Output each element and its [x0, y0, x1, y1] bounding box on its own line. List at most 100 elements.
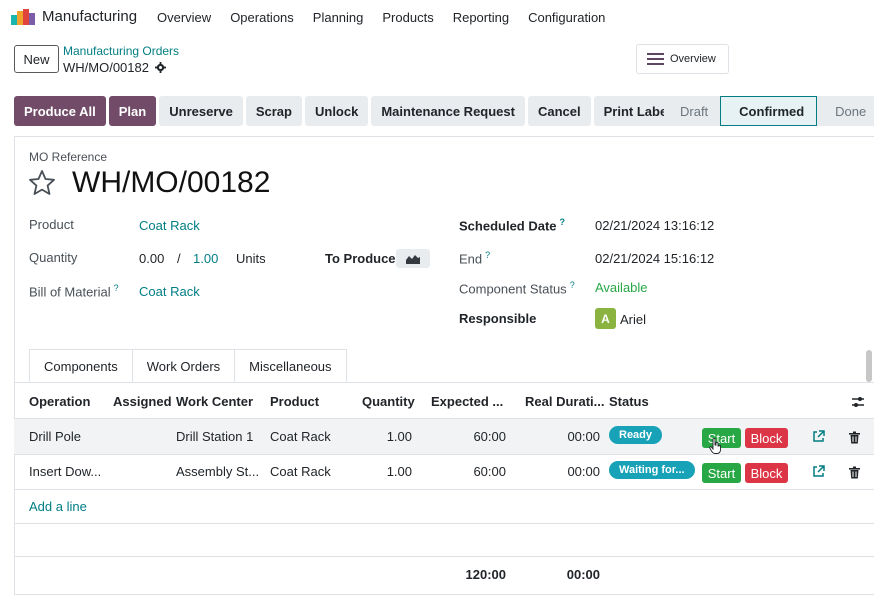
- quantity-total[interactable]: 1.00: [193, 251, 218, 266]
- col-real-duration[interactable]: Real Durati...: [525, 394, 604, 409]
- footer-divider: [14, 556, 874, 557]
- tabs-divider: [14, 382, 874, 383]
- scheduled-date-field[interactable]: 02/21/2024 13:16:12: [595, 218, 714, 233]
- scrollbar[interactable]: [866, 350, 872, 382]
- overview-button[interactable]: Overview: [636, 44, 729, 74]
- row-quantity[interactable]: 1.00: [352, 464, 412, 479]
- stage-draft[interactable]: Draft: [664, 96, 721, 126]
- top-navbar: Manufacturing Overview Operations Planni…: [0, 0, 874, 36]
- menu-overview[interactable]: Overview: [157, 10, 211, 25]
- total-real-duration: 00:00: [566, 567, 600, 582]
- row-product[interactable]: Coat Rack: [270, 464, 331, 479]
- component-status-value: Available: [595, 280, 648, 295]
- notebook-tabs: Components Work Orders Miscellaneous: [29, 349, 347, 383]
- produce-all-button[interactable]: Produce All: [14, 96, 106, 126]
- menu-operations[interactable]: Operations: [230, 10, 294, 25]
- product-field[interactable]: Coat Rack: [139, 218, 200, 233]
- maintenance-request-button[interactable]: Maintenance Request: [371, 96, 525, 126]
- row-work-center[interactable]: Assembly St...: [176, 464, 259, 479]
- open-record-icon[interactable]: [812, 465, 825, 478]
- col-status[interactable]: Status: [609, 394, 649, 409]
- help-icon[interactable]: ?: [560, 217, 566, 227]
- tab-miscellaneous[interactable]: Miscellaneous: [234, 349, 347, 383]
- stage-confirmed[interactable]: Confirmed: [720, 96, 818, 126]
- scrap-button[interactable]: Scrap: [245, 96, 302, 126]
- help-icon[interactable]: ?: [485, 250, 490, 260]
- trash-icon[interactable]: [848, 431, 861, 444]
- col-expected-duration[interactable]: Expected ...: [431, 394, 503, 409]
- unlock-button[interactable]: Unlock: [304, 96, 369, 126]
- main-menu: Overview Operations Planning Products Re…: [157, 10, 624, 25]
- menu-products[interactable]: Products: [382, 10, 433, 25]
- component-status-label-text: Component Status: [459, 281, 567, 297]
- new-button[interactable]: New: [14, 45, 59, 73]
- product-label: Product: [29, 217, 74, 232]
- col-work-center[interactable]: Work Center: [176, 394, 253, 409]
- help-icon[interactable]: ?: [570, 280, 575, 290]
- status-bar: Draft Confirmed Done: [664, 96, 874, 126]
- row-real-duration[interactable]: 00:00: [540, 429, 600, 444]
- tab-components[interactable]: Components: [29, 349, 133, 383]
- row-quantity[interactable]: 1.00: [352, 429, 412, 444]
- quantity-produced[interactable]: 0.00: [139, 251, 164, 266]
- block-button[interactable]: Block: [745, 463, 788, 483]
- breadcrumb-current-label: WH/MO/00182: [63, 60, 149, 75]
- stage-done[interactable]: Done: [817, 96, 874, 126]
- tab-work-orders[interactable]: Work Orders: [131, 349, 236, 383]
- bom-label: Bill of Material?: [29, 283, 119, 299]
- end-label: End?: [459, 250, 490, 266]
- hamburger-icon: [647, 53, 664, 65]
- optional-columns-icon[interactable]: [851, 395, 865, 409]
- mo-reference-value[interactable]: WH/MO/00182: [72, 166, 270, 200]
- row-work-center[interactable]: Drill Station 1: [176, 429, 253, 444]
- breadcrumb-current: WH/MO/00182: [63, 60, 166, 75]
- open-record-icon[interactable]: [812, 430, 825, 443]
- overview-label: Overview: [670, 53, 716, 65]
- menu-reporting[interactable]: Reporting: [453, 10, 509, 25]
- help-icon[interactable]: ?: [114, 283, 119, 293]
- area-chart-icon: [406, 254, 420, 264]
- app-name[interactable]: Manufacturing: [42, 8, 137, 25]
- forecast-chart-button[interactable]: [396, 249, 430, 268]
- end-date-field[interactable]: 02/21/2024 15:16:12: [595, 251, 714, 266]
- status-badge: Waiting for...: [609, 461, 695, 479]
- row-operation[interactable]: Insert Dow...: [29, 464, 101, 479]
- col-product[interactable]: Product: [270, 394, 319, 409]
- action-bar: Produce All Plan Unreserve Scrap Unlock …: [14, 96, 689, 126]
- col-assigned[interactable]: Assigned: [113, 394, 172, 409]
- gear-icon[interactable]: [154, 62, 166, 73]
- add-line-link[interactable]: Add a line: [29, 499, 87, 514]
- start-button[interactable]: Start: [702, 428, 741, 448]
- responsible-field[interactable]: Ariel: [620, 312, 646, 327]
- breadcrumb-parent[interactable]: Manufacturing Orders: [63, 44, 179, 58]
- star-icon[interactable]: [28, 169, 56, 197]
- row-divider: [14, 489, 874, 490]
- row-operation[interactable]: Drill Pole: [29, 429, 81, 444]
- quantity-label: Quantity: [29, 250, 78, 265]
- mo-reference-label: MO Reference: [29, 150, 108, 164]
- unreserve-button[interactable]: Unreserve: [159, 96, 243, 126]
- plan-button[interactable]: Plan: [108, 96, 157, 126]
- row-expected-duration[interactable]: 60:00: [446, 464, 506, 479]
- start-button[interactable]: Start: [702, 463, 741, 483]
- mouse-pointer-icon: [709, 438, 721, 454]
- responsible-label: Responsible: [459, 311, 537, 326]
- status-badge: Ready: [609, 426, 663, 444]
- row-product[interactable]: Coat Rack: [270, 429, 331, 444]
- col-operation[interactable]: Operation: [29, 394, 90, 409]
- row-real-duration[interactable]: 00:00: [540, 464, 600, 479]
- bom-label-text: Bill of Material: [29, 284, 111, 300]
- cancel-button[interactable]: Cancel: [527, 96, 591, 126]
- scheduled-date-label-text: Scheduled Date: [459, 218, 557, 234]
- block-button[interactable]: Block: [745, 428, 788, 448]
- bom-field[interactable]: Coat Rack: [139, 284, 200, 299]
- manufacturing-app-icon[interactable]: [11, 9, 35, 25]
- menu-configuration[interactable]: Configuration: [528, 10, 605, 25]
- col-quantity[interactable]: Quantity: [362, 394, 415, 409]
- total-expected-duration: 120:00: [465, 567, 506, 582]
- trash-icon[interactable]: [848, 466, 861, 479]
- scheduled-date-label: Scheduled Date?: [459, 217, 565, 233]
- quantity-uom[interactable]: Units: [236, 251, 266, 266]
- row-expected-duration[interactable]: 60:00: [446, 429, 506, 444]
- menu-planning[interactable]: Planning: [313, 10, 364, 25]
